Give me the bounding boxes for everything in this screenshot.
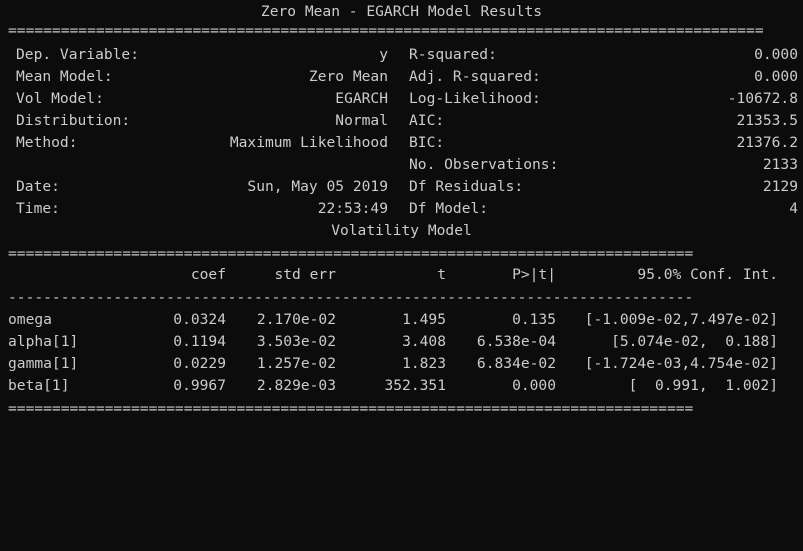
param-name: alpha[1] <box>8 333 79 350</box>
column-header-std-err: std err <box>274 266 336 283</box>
summary-right-label: R-squared: <box>409 46 497 63</box>
summary-right-value: 0.000 <box>754 68 798 85</box>
summary-right-value: 2133 <box>762 156 798 173</box>
summary-right-value: 4 <box>789 200 798 217</box>
summary-right-value: -10672.8 <box>727 90 798 107</box>
summary-row: Distribution: Normal AIC: 21353.5 <box>8 110 798 132</box>
summary-right-label: Df Residuals: <box>409 178 524 195</box>
p-value: 0.135 <box>512 311 556 328</box>
column-header-t: t <box>437 266 446 283</box>
double-rule: ========================================… <box>8 400 694 417</box>
summary-right-label: BIC: <box>409 134 445 151</box>
console-output: Zero Mean - EGARCH Model Results =======… <box>0 0 803 436</box>
summary-row: Mean Model: Zero Mean Adj. R-squared: 0.… <box>8 66 798 88</box>
coef-value: 0.1194 <box>173 333 226 350</box>
summary-left-label: Time: <box>16 200 60 217</box>
summary-left-value: Zero Mean <box>308 68 388 85</box>
summary-right-value: 0.000 <box>754 46 798 63</box>
column-header-ci: 95.0% Conf. Int. <box>637 266 778 283</box>
coef-value: 0.0229 <box>173 355 226 372</box>
summary-left-value: 22:53:49 <box>317 200 388 217</box>
p-value: 6.538e-04 <box>476 333 556 350</box>
conf-int-value: [-1.009e-02,7.497e-02] <box>584 311 778 328</box>
summary-left-value: Maximum Likelihood <box>229 134 388 151</box>
section-title: Volatility Model <box>331 222 472 239</box>
coef-value: 0.0324 <box>173 311 226 328</box>
table-row: gamma[1] 0.0229 1.257e-02 1.823 6.834e-0… <box>8 353 778 375</box>
summary-left-value: Sun, May 05 2019 <box>247 178 388 195</box>
summary-left-value: EGARCH <box>335 90 388 107</box>
param-name: gamma[1] <box>8 355 79 372</box>
column-header-p: P>|t| <box>512 266 556 283</box>
summary-right-value: 21353.5 <box>736 112 798 129</box>
summary-row: Dep. Variable: y R-squared: 0.000 <box>8 44 798 66</box>
double-rule: ========================================… <box>8 22 764 39</box>
std-err-value: 2.829e-03 <box>256 377 336 394</box>
param-name: omega <box>8 311 52 328</box>
summary-left-value: Normal <box>335 112 388 129</box>
summary-right-label: Log-Likelihood: <box>409 90 541 107</box>
t-value: 1.495 <box>402 311 446 328</box>
p-value: 0.000 <box>512 377 556 394</box>
t-value: 1.823 <box>402 355 446 372</box>
table-row: omega 0.0324 2.170e-02 1.495 0.135 [-1.0… <box>8 309 778 331</box>
param-name: beta[1] <box>8 377 70 394</box>
summary-left-value: y <box>379 46 388 63</box>
table-header: coef std err t P>|t| 95.0% Conf. Int. <box>8 264 778 286</box>
summary-left-label: Distribution: <box>16 112 131 129</box>
summary-right-value: 2129 <box>762 178 798 195</box>
std-err-value: 1.257e-02 <box>256 355 336 372</box>
summary-right-label: Adj. R-squared: <box>409 68 541 85</box>
summary-right-label: AIC: <box>409 112 445 129</box>
summary-row: Method: Maximum Likelihood BIC: 21376.2 <box>8 132 798 154</box>
conf-int-value: [ 0.991, 1.002] <box>628 377 778 394</box>
summary-left-label: Date: <box>16 178 60 195</box>
summary-row: Date: Sun, May 05 2019 Df Residuals: 212… <box>8 176 798 198</box>
p-value: 6.834e-02 <box>476 355 556 372</box>
coef-value: 0.9967 <box>173 377 226 394</box>
summary-row: Vol Model: EGARCH Log-Likelihood: -10672… <box>8 88 798 110</box>
summary-row: Time: 22:53:49 Df Model: 4 <box>8 198 798 220</box>
std-err-value: 3.503e-02 <box>256 333 336 350</box>
summary-left-label: Dep. Variable: <box>16 46 140 63</box>
table-row: beta[1] 0.9967 2.829e-03 352.351 0.000 [… <box>8 375 778 397</box>
summary-left-label: Vol Model: <box>16 90 104 107</box>
conf-int-value: [5.074e-02, 0.188] <box>611 333 778 350</box>
single-rule: ----------------------------------------… <box>8 289 694 306</box>
summary-left-label: Mean Model: <box>16 68 113 85</box>
table-row: alpha[1] 0.1194 3.503e-02 3.408 6.538e-0… <box>8 331 778 353</box>
conf-int-value: [-1.724e-03,4.754e-02] <box>584 355 778 372</box>
column-header-coef: coef <box>190 266 226 283</box>
summary-right-label: Df Model: <box>409 200 489 217</box>
t-value: 3.408 <box>402 333 446 350</box>
summary-left-label: Method: <box>16 134 78 151</box>
summary-row: No. Observations: 2133 <box>8 154 798 176</box>
summary-right-label: No. Observations: <box>409 156 559 173</box>
double-rule: ========================================… <box>8 245 694 262</box>
std-err-value: 2.170e-02 <box>256 311 336 328</box>
t-value: 352.351 <box>384 377 446 394</box>
summary-right-value: 21376.2 <box>736 134 798 151</box>
